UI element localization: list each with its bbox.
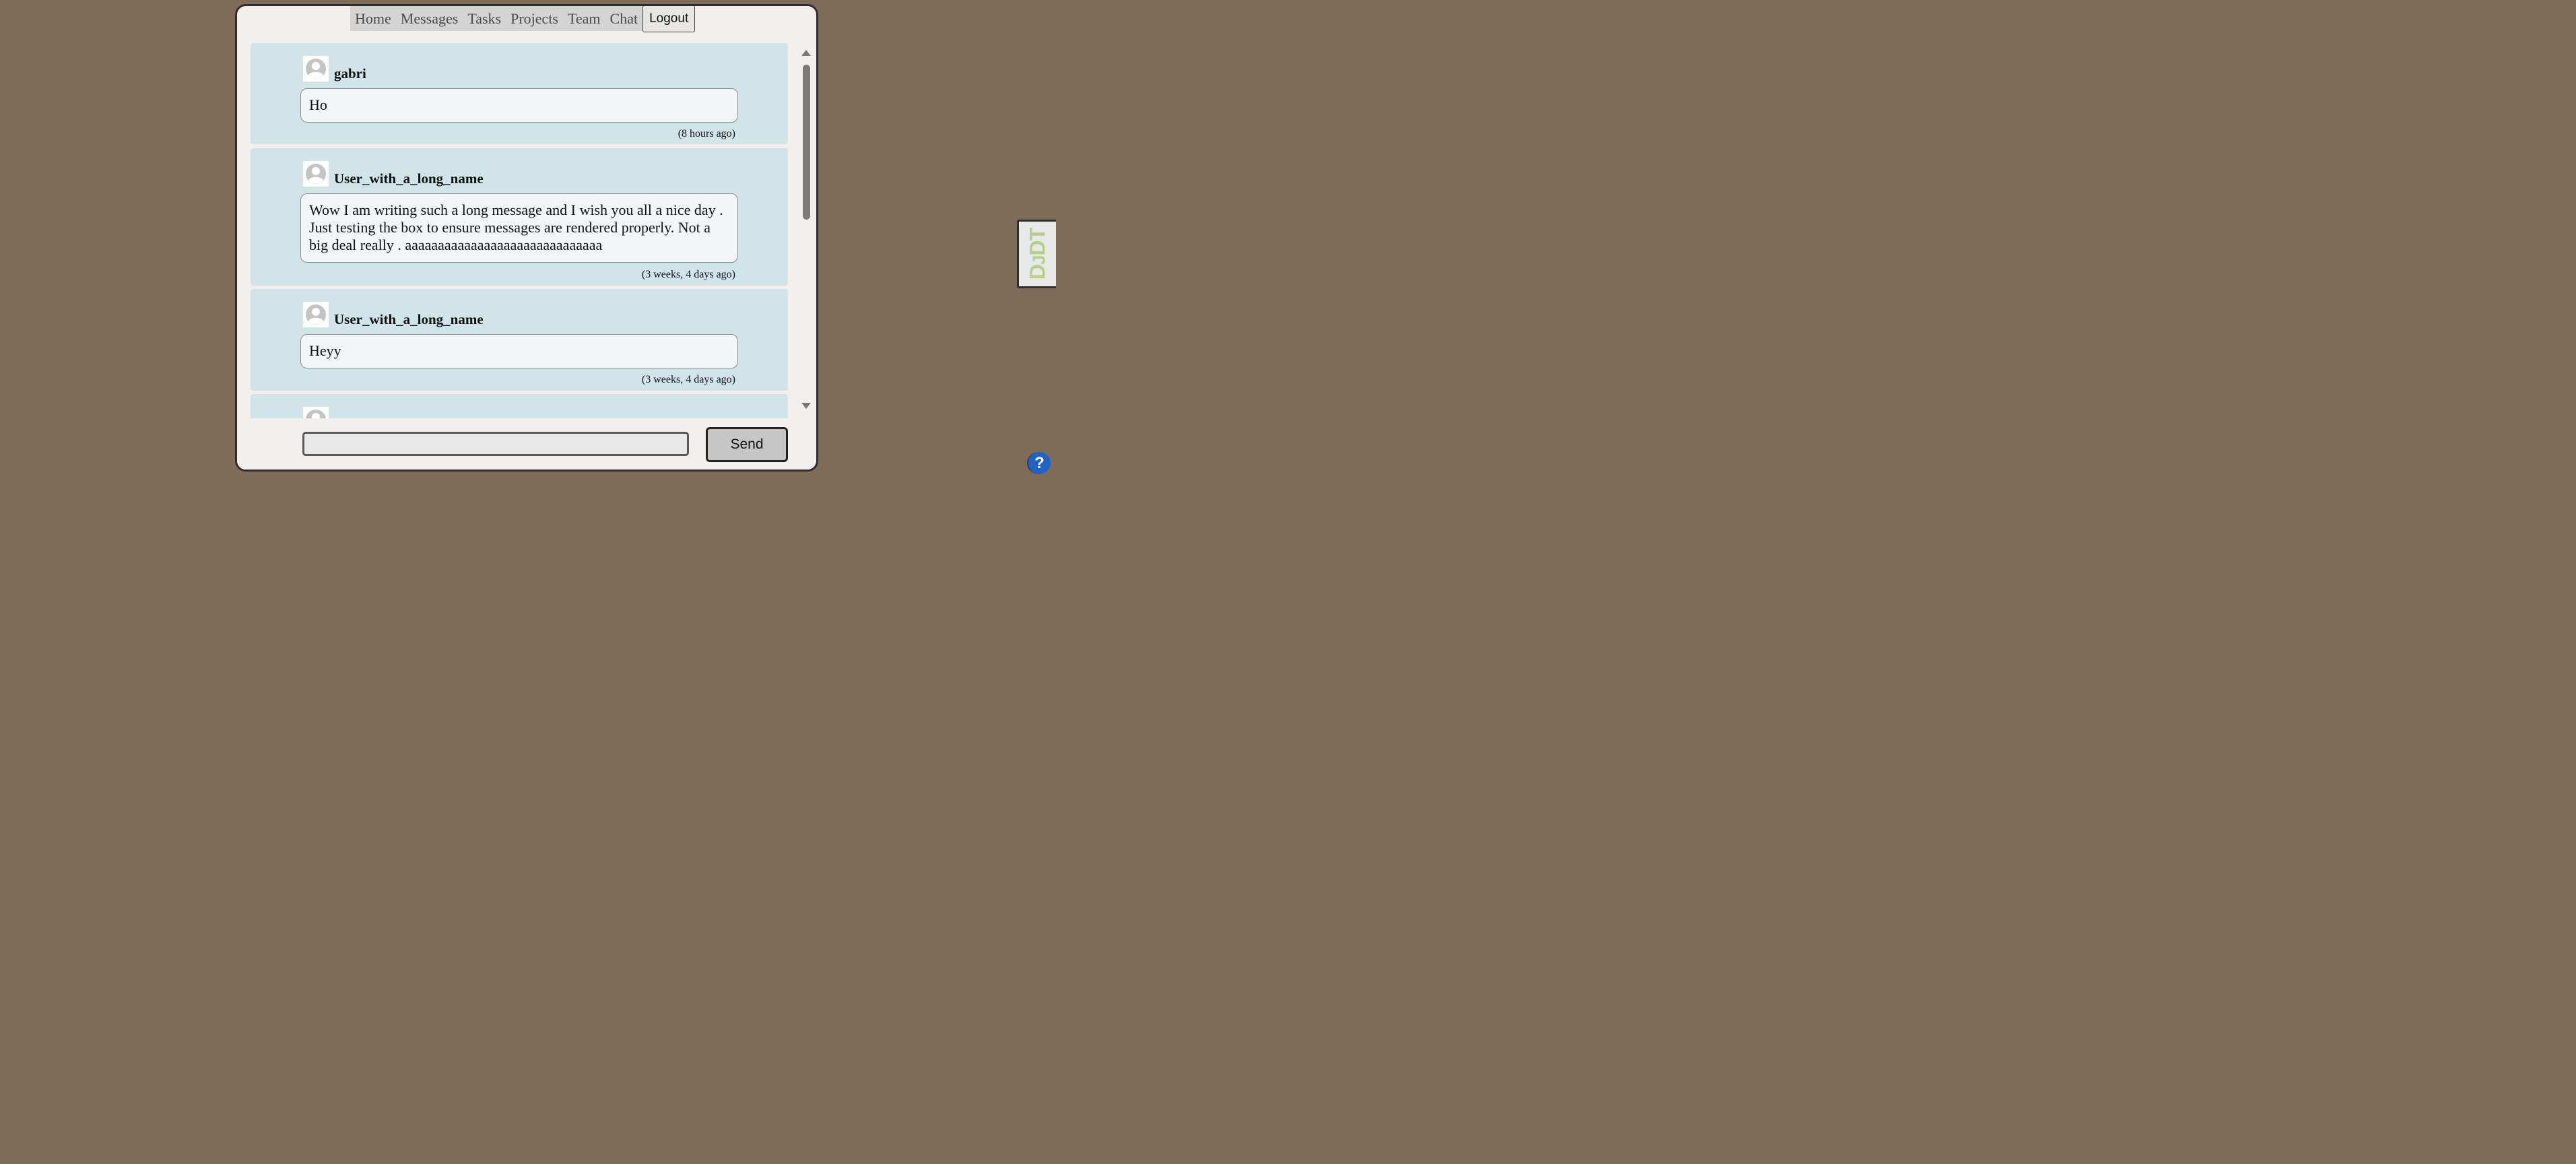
nav-projects-link[interactable]: Projects [506,6,563,31]
avatar-icon [303,302,329,327]
help-question-icon[interactable]: ? [1027,452,1051,474]
message-header [303,407,329,418]
chat-window: Home Messages Tasks Projects Team Chat L… [235,4,818,472]
send-button[interactable]: Send [706,427,788,462]
message-bubble: Wow I am writing such a long message and… [300,193,738,263]
avatar-icon [303,161,329,187]
message-timestamp: (3 weeks, 4 days ago) [641,269,735,280]
nav-messages-link[interactable]: Messages [396,6,463,31]
nav-chat-link[interactable]: Chat [605,6,643,31]
nav-team-link[interactable]: Team [563,6,605,31]
avatar-icon [303,407,329,418]
message-header: User_with_a_long_name [303,302,484,327]
message-composer: Send [237,418,816,470]
message-list-scrollbar[interactable] [799,44,814,418]
message-card [251,394,788,418]
message-timestamp: (8 hours ago) [678,128,735,139]
scroll-down-arrow-icon[interactable] [801,403,811,409]
scroll-up-arrow-icon[interactable] [801,50,811,56]
message-card: gabri Ho (8 hours ago) [251,43,788,144]
message-header: gabri [303,56,366,82]
logout-button[interactable]: Logout [642,6,696,32]
message-username: gabri [334,65,366,82]
avatar-icon [303,56,329,82]
message-timestamp: (3 weeks, 4 days ago) [641,374,735,385]
message-list[interactable]: gabri Ho (8 hours ago) User_with_a_long_… [251,43,790,418]
message-username: User_with_a_long_name [334,170,484,187]
djdt-handle-inner: DJDT [1019,222,1056,286]
djdt-logo: DJDT [1025,228,1049,280]
message-bubble: Heyy [300,334,738,368]
chat-message-input[interactable] [302,432,689,456]
message-username: User_with_a_long_name [334,311,484,327]
message-header: User_with_a_long_name [303,161,484,187]
message-bubble: Ho [300,88,738,123]
django-debug-toolbar-handle[interactable]: DJDT [1017,220,1056,288]
message-card: User_with_a_long_name Wow I am writing s… [251,148,788,286]
nav-home-link[interactable]: Home [350,6,396,31]
message-card: User_with_a_long_name Heyy (3 weeks, 4 d… [251,289,788,391]
top-nav: Home Messages Tasks Projects Team Chat L… [350,6,696,32]
nav-tasks-link[interactable]: Tasks [463,6,506,31]
scrollbar-thumb[interactable] [803,65,810,220]
